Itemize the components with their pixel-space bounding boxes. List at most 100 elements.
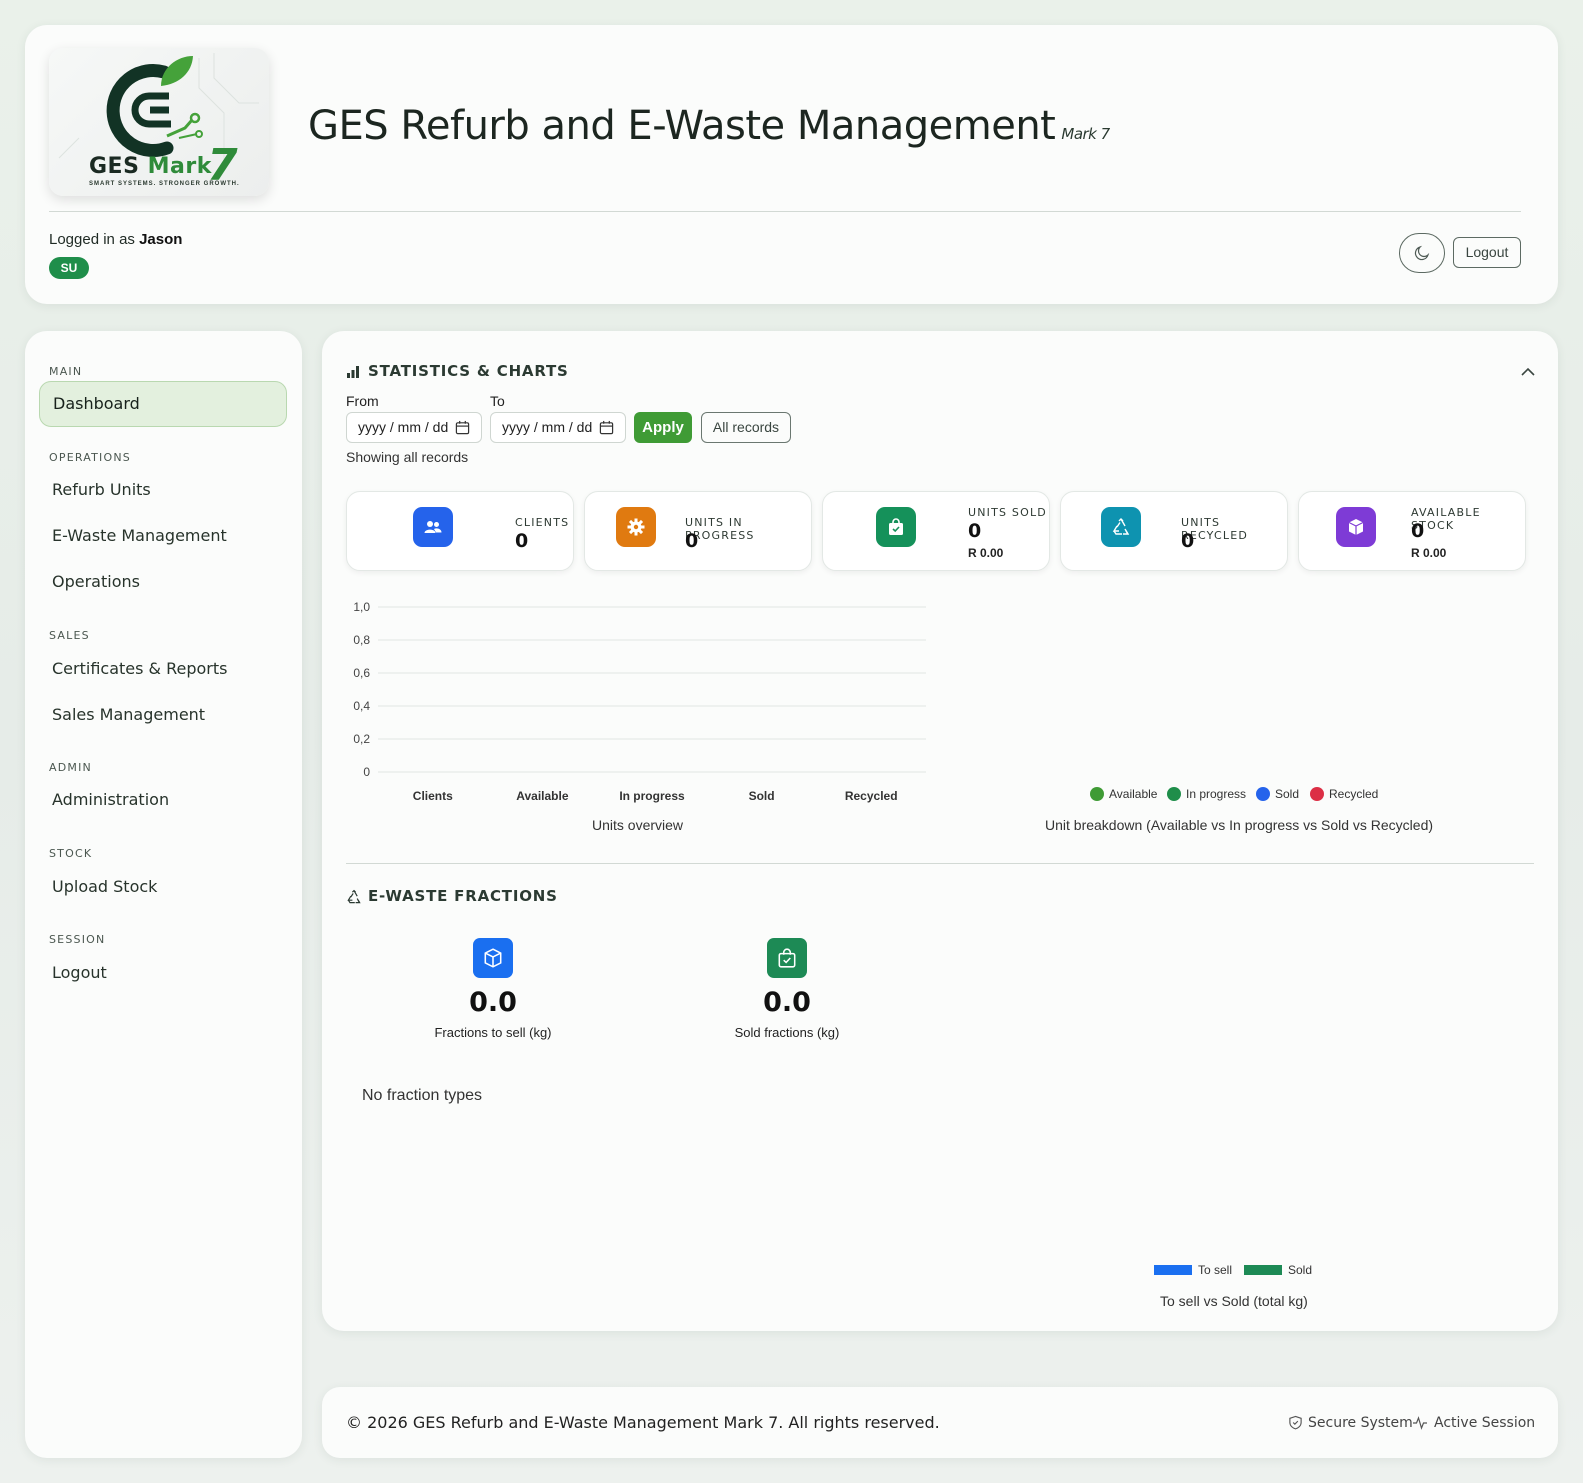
stat-card-units-sold: UNITS SOLD 0 R 0.00	[822, 491, 1050, 571]
app-version: Mark 7	[1061, 125, 1110, 143]
stat-label: UNITS SOLD	[968, 506, 1047, 519]
logo-tagline: SMART SYSTEMS. STRONGER GROWTH.	[89, 181, 240, 187]
legend-sold-fractions[interactable]: Sold	[1288, 1263, 1312, 1277]
stat-card-clients: CLIENTS 0	[346, 491, 574, 571]
stat-label: CLIENTS	[515, 516, 570, 529]
app-title: GES Refurb and E-Waste Management Mark 7	[308, 103, 1110, 149]
footer: © 2026 GES Refurb and E-Waste Management…	[322, 1387, 1558, 1458]
copyright-text: © 2026 GES Refurb and E-Waste Management…	[346, 1413, 940, 1432]
statistics-title: STATISTICS & CHARTS	[368, 362, 569, 380]
from-date-input[interactable]: yyyy / mm / dd	[346, 412, 482, 443]
stat-card-units-in-progress: UNITS IN PROGRESS 0	[584, 491, 812, 571]
unit-breakdown-caption: Unit breakdown (Available vs In progress…	[1045, 817, 1434, 833]
e-waste-fractions-title: E-WASTE FRACTIONS	[368, 887, 558, 905]
to-date-input[interactable]: yyyy / mm / dd	[490, 412, 626, 443]
legend-dot-available	[1090, 787, 1104, 801]
shield-icon	[1289, 1415, 1302, 1430]
y-tick-label: 0,4	[353, 699, 370, 713]
x-tick-label: Recycled	[845, 789, 898, 803]
fractions-to-sell-label: Fractions to sell (kg)	[434, 1025, 552, 1040]
x-tick-label: Sold	[749, 789, 775, 803]
sidebar-item-logout[interactable]: Logout	[39, 950, 287, 996]
bar-chart-icon	[347, 366, 359, 378]
legend-swatch-sold	[1244, 1265, 1282, 1275]
sidebar-item-sales-management[interactable]: Sales Management	[39, 692, 287, 738]
units-overview-chart: 0 0,2 0,4 0,6 0,8 1,0 Clients Available In progr…	[353, 600, 926, 803]
collapse-chevron-up-icon[interactable]	[1518, 365, 1538, 379]
sold-fractions-value: 0.0	[763, 987, 811, 1018]
legend-swatch-to-sell	[1154, 1265, 1192, 1275]
legend-in-progress[interactable]: In progress	[1186, 787, 1246, 801]
header-divider	[49, 211, 1521, 212]
shopping-bag-icon	[767, 938, 807, 978]
to-sell-vs-sold-caption: To sell vs Sold (total kg)	[1160, 1293, 1308, 1309]
y-tick-label: 1,0	[353, 600, 370, 614]
from-label: From	[346, 393, 379, 409]
sidebar-item-refurb-units[interactable]: Refurb Units	[39, 467, 287, 513]
username: Jason	[139, 231, 183, 248]
units-overview-caption: Units overview	[592, 817, 684, 833]
calendar-icon[interactable]	[455, 420, 470, 435]
secure-system-label: Secure System	[1308, 1415, 1413, 1431]
logged-in-text: Logged in as Jason	[49, 231, 182, 248]
logout-button[interactable]: Logout	[1453, 237, 1521, 268]
activity-icon	[1413, 1416, 1427, 1430]
gear-icon	[616, 507, 656, 547]
legend-available[interactable]: Available	[1109, 787, 1157, 801]
section-divider	[346, 863, 1534, 864]
y-tick-label: 0,2	[353, 732, 370, 746]
calendar-icon[interactable]	[599, 420, 614, 435]
box-icon	[1336, 507, 1376, 547]
stat-value: 0	[1181, 530, 1195, 552]
all-records-button[interactable]: All records	[701, 412, 791, 443]
role-badge: SU	[49, 257, 89, 279]
legend-recycled[interactable]: Recycled	[1329, 787, 1378, 801]
users-icon	[413, 507, 453, 547]
logo-brand-text: GES Mark	[89, 154, 212, 179]
apply-button[interactable]: Apply	[634, 412, 692, 443]
sidebar-item-dashboard[interactable]: Dashboard	[39, 381, 287, 427]
fractions-to-sell-value: 0.0	[469, 987, 517, 1018]
statistics-card: STATISTICS & CHARTS From yyyy / mm / dd …	[322, 331, 1558, 1331]
to-label: To	[490, 393, 505, 409]
sidebar-item-operations[interactable]: Operations	[39, 559, 287, 605]
stat-label: UNITS RECYCLED	[1181, 516, 1249, 542]
legend-sold[interactable]: Sold	[1275, 787, 1299, 801]
moon-icon	[1414, 245, 1430, 261]
stat-value: 0	[515, 530, 529, 552]
stat-label: UNITS IN PROGRESS	[685, 516, 755, 542]
sidebar-section-operations: OPERATIONS	[49, 451, 131, 464]
from-date-placeholder: yyyy / mm / dd	[358, 419, 449, 435]
legend-dot-in-progress	[1167, 787, 1181, 801]
x-tick-label: Clients	[413, 789, 453, 803]
sidebar-item-certificates-reports[interactable]: Certificates & Reports	[39, 646, 287, 692]
stat-value: 0	[685, 530, 699, 552]
stat-money: R 0.00	[968, 546, 1004, 560]
app-title-text: GES Refurb and E-Waste Management	[308, 103, 1056, 149]
sold-fractions-label: Sold fractions (kg)	[734, 1025, 840, 1040]
shopping-bag-icon	[876, 507, 916, 547]
sidebar-section-sales: SALES	[49, 629, 90, 642]
sidebar: MAIN Dashboard OPERATIONS Refurb Units E…	[25, 331, 302, 1458]
legend-dot-recycled	[1310, 787, 1324, 801]
logo-word-ges: GES	[89, 154, 140, 179]
stat-card-units-recycled: UNITS RECYCLED 0	[1060, 491, 1288, 571]
active-session-label: Active Session	[1434, 1415, 1536, 1431]
y-tick-label: 0,6	[353, 666, 370, 680]
to-date-placeholder: yyyy / mm / dd	[502, 419, 593, 435]
recycle-icon	[347, 889, 361, 904]
sidebar-item-upload-stock[interactable]: Upload Stock	[39, 864, 287, 910]
legend-to-sell[interactable]: To sell	[1198, 1263, 1232, 1277]
sidebar-section-stock: STOCK	[49, 847, 93, 860]
sidebar-item-administration[interactable]: Administration	[39, 777, 287, 823]
header-card: GES Mark 7 SMART SYSTEMS. STRONGER GROWT…	[25, 25, 1558, 304]
stat-card-available-stock: AVAILABLE STOCK 0 R 0.00	[1298, 491, 1526, 571]
sidebar-section-session: SESSION	[49, 933, 106, 946]
sidebar-section-main: MAIN	[49, 365, 83, 378]
logged-in-prefix: Logged in as	[49, 231, 135, 248]
stat-label: AVAILABLE STOCK	[1411, 506, 1481, 532]
theme-toggle-button[interactable]	[1399, 233, 1445, 273]
app-logo: GES Mark 7 SMART SYSTEMS. STRONGER GROWT…	[49, 48, 269, 196]
sidebar-item-e-waste-management[interactable]: E-Waste Management	[39, 513, 287, 559]
y-tick-label: 0	[363, 765, 370, 779]
